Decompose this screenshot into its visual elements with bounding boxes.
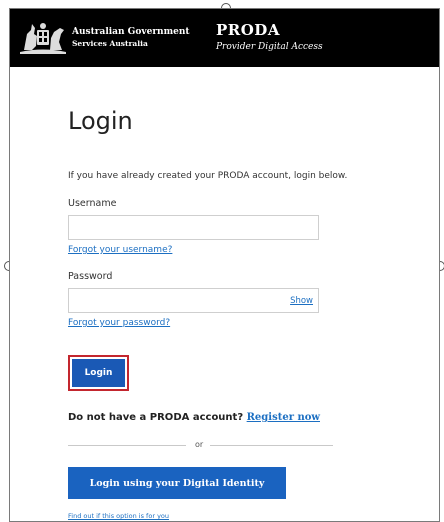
forgot-username-link[interactable]: Forgot your username?	[68, 245, 172, 255]
find-out-link[interactable]: Find out if this option is for you	[68, 512, 169, 520]
digital-identity-button[interactable]: Login using your Digital Identity	[68, 467, 286, 499]
username-field[interactable]	[68, 215, 319, 240]
coat-of-arms-icon	[20, 23, 66, 54]
app-title: PRODA	[216, 21, 280, 39]
login-button[interactable]: Login	[68, 355, 129, 391]
password-field[interactable]: Show	[68, 288, 319, 313]
app-subtitle: Provider Digital Access	[216, 42, 323, 52]
show-password-link[interactable]: Show	[290, 296, 313, 306]
no-account-text: Do not have a PRODA account?	[68, 412, 244, 423]
no-account-prompt: Do not have a PRODA account? Register no…	[68, 412, 320, 423]
login-button-label: Login	[72, 359, 125, 387]
agency-name: Services Australia	[72, 39, 148, 48]
app-branding: PRODA Provider Digital Access	[216, 21, 323, 54]
password-label: Password	[68, 271, 113, 282]
or-text: or	[195, 440, 204, 449]
gov-name: Australian Government	[72, 27, 190, 37]
username-label: Username	[68, 198, 117, 209]
login-screenshot: Australian Government Services Australia…	[9, 8, 440, 522]
divider-left	[68, 445, 186, 446]
or-divider: or	[68, 440, 333, 450]
page-title: Login	[68, 107, 133, 135]
register-link[interactable]: Register now	[247, 412, 320, 423]
divider-right	[210, 445, 333, 446]
forgot-password-link[interactable]: Forgot your password?	[68, 318, 170, 328]
government-branding: Australian Government Services Australia	[72, 26, 190, 49]
header-bar: Australian Government Services Australia…	[10, 9, 439, 67]
intro-text: If you have already created your PRODA a…	[68, 171, 348, 181]
